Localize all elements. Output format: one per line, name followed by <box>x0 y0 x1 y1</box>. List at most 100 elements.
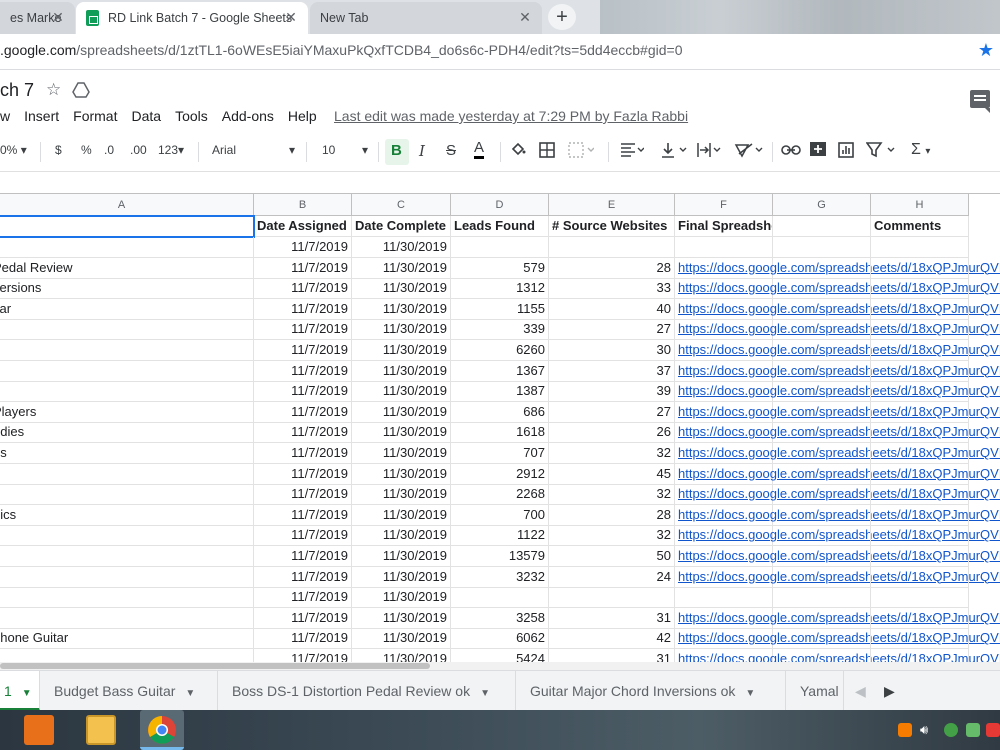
table-cell[interactable]: 11/30/2019 <box>352 504 451 526</box>
table-cell[interactable]: 686 <box>451 401 549 423</box>
table-cell[interactable] <box>773 546 871 567</box>
table-cell[interactable]: 339 <box>451 319 549 341</box>
table-cell[interactable] <box>871 401 969 423</box>
table-cell[interactable]: 11/30/2019 <box>352 278 451 300</box>
table-cell[interactable] <box>773 360 871 382</box>
table-cell[interactable]: 45 <box>549 463 675 485</box>
table-cell[interactable] <box>871 381 969 403</box>
sheet-tab-budget-bass-guitar[interactable]: Budget Bass Guitar ▼ <box>40 671 218 711</box>
network-status-icon[interactable] <box>944 723 958 737</box>
table-cell[interactable] <box>773 463 871 485</box>
table-cell[interactable] <box>871 422 969 444</box>
table-cell[interactable] <box>871 257 969 279</box>
table-cell[interactable] <box>0 587 254 609</box>
table-cell[interactable] <box>675 587 773 609</box>
header-cell-e[interactable]: # Source Websites <box>549 216 675 237</box>
table-cell[interactable] <box>871 319 969 341</box>
close-icon[interactable]: ✕ <box>282 8 300 26</box>
volume-icon[interactable]: 🔊︎ <box>920 723 934 737</box>
table-cell[interactable]: 11/7/2019 <box>254 504 352 526</box>
header-cell-d[interactable]: Leads Found <box>451 216 549 237</box>
menu-format[interactable]: Format <box>73 108 117 124</box>
table-cell[interactable]: 11/7/2019 <box>254 525 352 547</box>
table-cell[interactable] <box>871 237 969 258</box>
table-cell[interactable] <box>871 504 969 526</box>
table-cell[interactable]: 37 <box>549 360 675 382</box>
table-cell[interactable]: 11/7/2019 <box>254 443 352 464</box>
bookmark-star-icon[interactable]: ★ <box>978 40 994 61</box>
table-cell[interactable]: 11/7/2019 <box>254 546 352 567</box>
header-cell-h[interactable]: Comments <box>871 216 969 237</box>
table-cell[interactable]: 11/30/2019 <box>352 607 451 629</box>
table-cell[interactable] <box>871 587 969 609</box>
sheet-tab-guitar-major-chord[interactable]: Guitar Major Chord Inversions ok ▼ <box>516 671 786 711</box>
table-cell[interactable]: 1618 <box>451 422 549 444</box>
table-cell[interactable]: 11/30/2019 <box>352 298 451 320</box>
move-to-drive-icon[interactable] <box>72 82 90 98</box>
spreadsheet-link-cell[interactable]: https://docs.google.com/spreadsheets/d/1… <box>675 504 1000 526</box>
table-cell[interactable] <box>773 257 871 279</box>
table-cell[interactable]: 1387 <box>451 381 549 403</box>
text-color-button[interactable]: A <box>474 140 485 159</box>
table-cell[interactable] <box>871 546 969 567</box>
font-size-select[interactable]: 10 <box>322 143 335 157</box>
insert-comment-icon[interactable] <box>810 142 826 158</box>
table-cell[interactable]: 1122 <box>451 525 549 547</box>
spreadsheet-link-cell[interactable]: https://docs.google.com/spreadsheets/d/1… <box>675 628 1000 650</box>
chevron-down-icon[interactable]: ▼ <box>480 688 490 699</box>
table-cell[interactable] <box>773 422 871 444</box>
doc-title[interactable]: ch 7 <box>0 80 34 101</box>
italic-button[interactable]: I <box>419 142 425 160</box>
table-cell[interactable]: 28 <box>549 257 675 279</box>
table-cell[interactable] <box>871 566 969 588</box>
table-cell[interactable]: 24 <box>549 566 675 588</box>
table-cell[interactable]: 11/30/2019 <box>352 463 451 485</box>
table-cell[interactable] <box>871 298 969 320</box>
table-cell[interactable]: 11/30/2019 <box>352 257 451 279</box>
table-cell[interactable] <box>0 525 254 547</box>
table-cell[interactable]: 3258 <box>451 607 549 629</box>
table-cell[interactable] <box>871 484 969 506</box>
spreadsheet-link-cell[interactable]: https://docs.google.com/spreadsheets/d/1… <box>675 607 1000 629</box>
table-cell[interactable]: 11/7/2019 <box>254 340 352 361</box>
table-cell[interactable] <box>773 401 871 423</box>
table-cell[interactable]: 11/7/2019 <box>254 422 352 444</box>
table-cell[interactable] <box>773 628 871 650</box>
table-cell[interactable] <box>773 649 871 662</box>
chevron-down-icon[interactable]: ▼ <box>22 688 32 699</box>
table-cell[interactable] <box>773 607 871 629</box>
column-header-h[interactable]: H <box>871 194 969 216</box>
horizontal-scrollbar[interactable] <box>0 662 1000 670</box>
header-cell-a[interactable] <box>0 216 254 237</box>
table-cell[interactable] <box>871 463 969 485</box>
table-cell[interactable]: 11/30/2019 <box>352 237 451 258</box>
table-cell[interactable] <box>675 237 773 258</box>
table-cell[interactable]: 33 <box>549 278 675 300</box>
strikethrough-button[interactable]: S <box>446 142 456 159</box>
browser-tab-2[interactable]: RD Link Batch 7 - Google Sheets ✕ <box>76 2 308 34</box>
table-cell[interactable]: 11/30/2019 <box>352 443 451 464</box>
menu-insert[interactable]: Insert <box>24 108 59 124</box>
table-cell[interactable]: 42 <box>549 628 675 650</box>
scroll-tabs-left-icon[interactable]: ◀ <box>855 683 866 700</box>
insert-link-icon[interactable] <box>781 144 801 156</box>
column-header-d[interactable]: D <box>451 194 549 216</box>
spreadsheet-grid[interactable]: A B C D E F G H Date Assigned Date Complete Leads … <box>0 194 1000 662</box>
table-cell[interactable] <box>773 525 871 547</box>
table-cell[interactable]: 11/7/2019 <box>254 607 352 629</box>
column-header-f[interactable]: F <box>675 194 773 216</box>
table-cell[interactable]: odies <box>0 422 254 444</box>
table-cell[interactable]: 27 <box>549 401 675 423</box>
formula-bar[interactable] <box>0 172 1000 194</box>
spreadsheet-link-cell[interactable]: https://docs.google.com/spreadsheets/d/1… <box>675 381 1000 403</box>
spreadsheet-link-cell[interactable]: https://docs.google.com/spreadsheets/d/1… <box>675 525 1000 547</box>
spreadsheet-link-cell[interactable]: https://docs.google.com/spreadsheets/d/1… <box>675 463 1000 485</box>
table-cell[interactable] <box>773 340 871 361</box>
table-cell[interactable]: 11/7/2019 <box>254 566 352 588</box>
spreadsheet-link-cell[interactable]: https://docs.google.com/spreadsheets/d/1… <box>675 360 1000 382</box>
table-cell[interactable] <box>773 319 871 341</box>
spreadsheet-link-cell[interactable]: https://docs.google.com/spreadsheets/d/1… <box>675 566 1000 588</box>
table-cell[interactable] <box>773 566 871 588</box>
spreadsheet-link-cell[interactable]: https://docs.google.com/spreadsheets/d/1… <box>675 443 1000 464</box>
star-icon[interactable]: ☆ <box>46 80 61 100</box>
